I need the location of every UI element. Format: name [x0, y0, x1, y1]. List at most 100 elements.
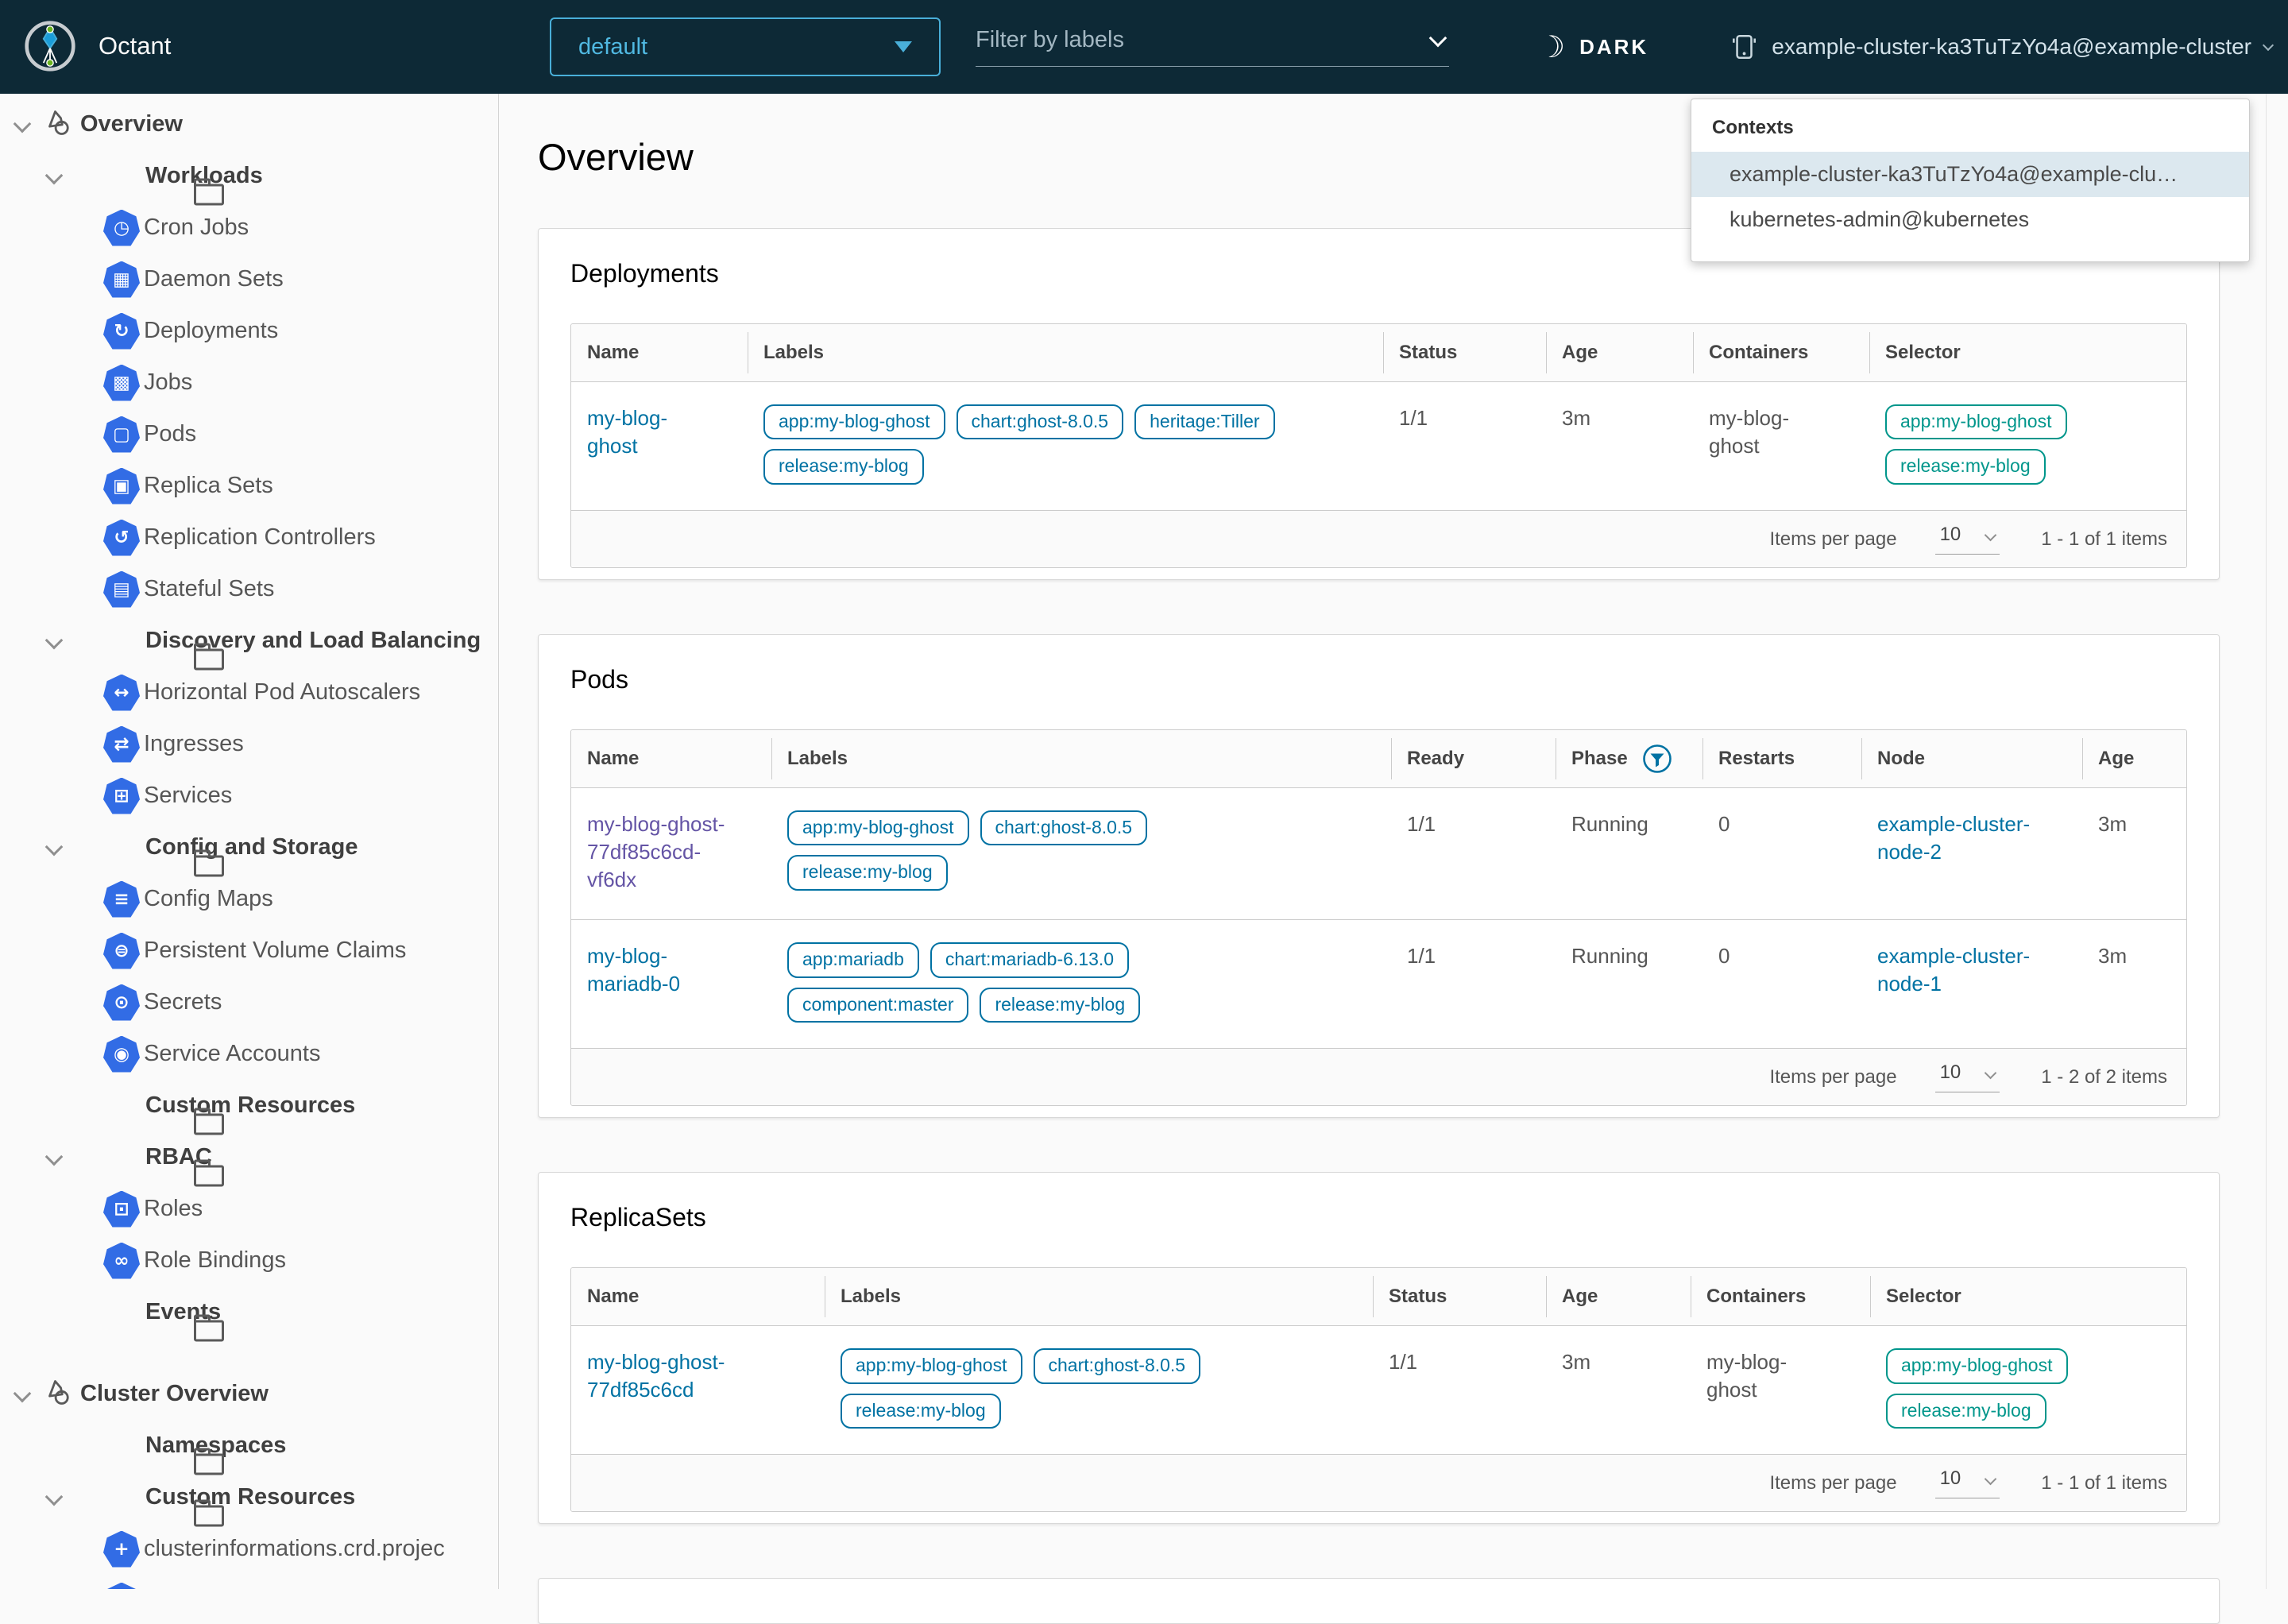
- caret-down-icon[interactable]: [14, 115, 32, 133]
- sidebar-item-cron-jobs[interactable]: ◷Cron Jobs: [0, 202, 498, 253]
- label-tag[interactable]: app:my-blog-ghost: [763, 404, 945, 440]
- label-tag[interactable]: chart:ghost-8.0.5: [957, 404, 1124, 440]
- sidebar-item-events[interactable]: Events: [0, 1286, 498, 1338]
- resource-link[interactable]: my-blog-ghost-77df85c6cd: [587, 1348, 817, 1404]
- label-tag[interactable]: chart:mariadb-6.13.0: [930, 942, 1129, 978]
- column-header-label: Containers: [1709, 342, 1808, 364]
- pagination-range: 1 - 1 of 1 items: [2041, 528, 2167, 551]
- sidebar-item-role-bindings[interactable]: ∞Role Bindings: [0, 1235, 498, 1286]
- column-header-label: Status: [1399, 342, 1457, 364]
- caret-down-icon[interactable]: [45, 1488, 64, 1506]
- cell-text: my-blog-ghost: [1706, 1348, 1802, 1404]
- objects-icon: [41, 106, 75, 143]
- column-header-label: Containers: [1706, 1286, 1806, 1308]
- resource-link[interactable]: my-blog-ghost: [587, 404, 706, 460]
- app-header: Octant default ☾ DARK example-cluster-ka…: [0, 0, 2288, 94]
- caret-down-icon[interactable]: [45, 167, 64, 185]
- sidebar-item-replication-controllers[interactable]: ↺Replication Controllers: [0, 512, 498, 563]
- chevron-down-icon[interactable]: [1429, 29, 1447, 47]
- sidebar-item-secrets[interactable]: ⊙Secrets: [0, 976, 498, 1028]
- cell-text: 0: [1718, 942, 1730, 970]
- sidebar-item-daemon-sets[interactable]: ▦Daemon Sets: [0, 253, 498, 305]
- label-tag[interactable]: app:mariadb: [787, 942, 919, 978]
- sidebar-item-config-maps[interactable]: ≡Config Maps: [0, 873, 498, 925]
- sidebar-item-workloads[interactable]: Workloads: [0, 150, 498, 202]
- theme-toggle-label: DARK: [1579, 35, 1648, 60]
- sidebar-item-deployments[interactable]: ↻Deployments: [0, 305, 498, 357]
- label-tag[interactable]: release:my-blog: [787, 855, 948, 891]
- sidebar-item-csidrivers-csi-storage-k8s-io[interactable]: +csidrivers.csi.storage.k8s.io: [0, 1575, 498, 1589]
- sidebar-item-services[interactable]: ⊞Services: [0, 770, 498, 822]
- caret-down-icon[interactable]: [45, 632, 64, 650]
- filter-icon[interactable]: [1642, 744, 1672, 774]
- selector-tag[interactable]: app:my-blog-ghost: [1886, 1348, 2068, 1384]
- sidebar-item-custom-resources[interactable]: Custom Resources: [0, 1080, 498, 1131]
- sidebar-item-discovery-and-load-balancing[interactable]: Discovery and Load Balancing: [0, 615, 498, 667]
- label-tag[interactable]: release:my-blog: [763, 449, 924, 485]
- column-header-selector: Selector: [1870, 1268, 2186, 1325]
- sidebar-item-cluster-overview[interactable]: Cluster Overview: [0, 1368, 498, 1420]
- sidebar-item-roles[interactable]: ⊡Roles: [0, 1183, 498, 1235]
- card-replicasets: ReplicaSetsNameLabelsStatusAgeContainers…: [538, 1172, 2220, 1524]
- context-menu-item[interactable]: kubernetes-admin@kubernetes: [1691, 197, 2249, 242]
- cell-status: 1/1: [1383, 381, 1546, 510]
- label-tag[interactable]: app:my-blog-ghost: [841, 1348, 1022, 1384]
- sidebar-item-jobs[interactable]: ▩Jobs: [0, 357, 498, 408]
- items-per-page-select[interactable]: 10: [1935, 1467, 2000, 1498]
- cell-age: 3m: [1546, 1325, 1691, 1454]
- label-tag[interactable]: app:my-blog-ghost: [787, 810, 969, 846]
- sidebar-item-label: Secrets: [144, 989, 222, 1015]
- column-header-containers: Containers: [1693, 324, 1869, 381]
- sidebar-item-stateful-sets[interactable]: ▤Stateful Sets: [0, 563, 498, 615]
- sidebar-item-rbac[interactable]: RBAC: [0, 1131, 498, 1183]
- sidebar: OverviewWorkloads◷Cron Jobs▦Daemon Sets↻…: [0, 94, 499, 1589]
- selector-tag[interactable]: release:my-blog: [1886, 1394, 2046, 1429]
- items-per-page-select[interactable]: 10: [1935, 1061, 2000, 1092]
- label-filter-input[interactable]: [976, 27, 1432, 53]
- sidebar-item-config-and-storage[interactable]: Config and Storage: [0, 822, 498, 873]
- sidebar-item-horizontal-pod-autoscalers[interactable]: ↔Horizontal Pod Autoscalers: [0, 667, 498, 718]
- context-selector-label: example-cluster-ka3TuTzYo4a@example-clus…: [1772, 34, 2251, 60]
- node-link[interactable]: example-cluster-node-1: [1877, 942, 2044, 998]
- resource-link[interactable]: my-blog-ghost-77df85c6cd-vf6dx: [587, 810, 746, 894]
- caret-down-icon[interactable]: [45, 1148, 64, 1166]
- table-row: my-blog-ghost-77df85c6cd app:my-blog-ghos…: [571, 1325, 2186, 1454]
- selector-tag[interactable]: release:my-blog: [1885, 449, 2046, 485]
- namespace-select[interactable]: default: [550, 17, 941, 76]
- node-link[interactable]: example-cluster-node-2: [1877, 810, 2044, 866]
- sidebar-item-overview[interactable]: Overview: [0, 99, 498, 150]
- label-tag[interactable]: component:master: [787, 988, 968, 1023]
- sidebar-item-service-accounts[interactable]: ◉Service Accounts: [0, 1028, 498, 1080]
- column-header-node: Node: [1861, 730, 2082, 787]
- cell-labels: app:my-blog-ghost chart:ghost-8.0.5 releas…: [771, 787, 1391, 919]
- card-title-deployments: Deployments: [570, 259, 2187, 288]
- sidebar-item-replica-sets[interactable]: ▣Replica Sets: [0, 460, 498, 512]
- sidebar-item-ingresses[interactable]: ⇄Ingresses: [0, 718, 498, 770]
- label-tag[interactable]: heritage:Tiller: [1134, 404, 1274, 440]
- label-tag[interactable]: release:my-blog: [980, 988, 1140, 1023]
- cron-jobs-icon: ◷: [103, 210, 140, 246]
- context-menu-item[interactable]: example-cluster-ka3TuTzYo4a@example-clu…: [1691, 152, 2249, 197]
- caret-down-icon[interactable]: [14, 1385, 32, 1403]
- resource-link[interactable]: my-blog-mariadb-0: [587, 942, 746, 998]
- cell-containers: my-blog-ghost: [1691, 1325, 1870, 1454]
- items-per-page-select[interactable]: 10: [1935, 524, 2000, 555]
- label-tag[interactable]: chart:ghost-8.0.5: [1034, 1348, 1201, 1384]
- pagination-range: 1 - 1 of 1 items: [2041, 1472, 2167, 1494]
- column-header-name: Name: [571, 324, 748, 381]
- sidebar-item-custom-resources[interactable]: Custom Resources: [0, 1471, 498, 1523]
- context-selector-button[interactable]: example-cluster-ka3TuTzYo4a@example-clus…: [1729, 0, 2272, 94]
- sidebar-item-clusterinformations-crd-projec[interactable]: +clusterinformations.crd.projec: [0, 1523, 498, 1575]
- label-tag[interactable]: chart:ghost-8.0.5: [980, 810, 1148, 846]
- caret-down-icon[interactable]: [45, 838, 64, 856]
- datagrid-deployments: NameLabelsStatusAgeContainersSelectormy-…: [570, 323, 2187, 568]
- sidebar-item-persistent-volume-claims[interactable]: ⊜Persistent Volume Claims: [0, 925, 498, 976]
- selector-tag[interactable]: app:my-blog-ghost: [1885, 404, 2067, 440]
- theme-toggle-button[interactable]: ☾ DARK: [1538, 0, 1648, 94]
- label-tag[interactable]: release:my-blog: [841, 1394, 1001, 1429]
- sidebar-item-pods[interactable]: ▢Pods: [0, 408, 498, 460]
- custom-resource-definition-icon: +: [103, 1583, 140, 1590]
- sidebar-item-namespaces[interactable]: Namespaces: [0, 1420, 498, 1471]
- cell-text: 1/1: [1407, 942, 1436, 970]
- sidebar-item-label: Pods: [144, 421, 196, 447]
